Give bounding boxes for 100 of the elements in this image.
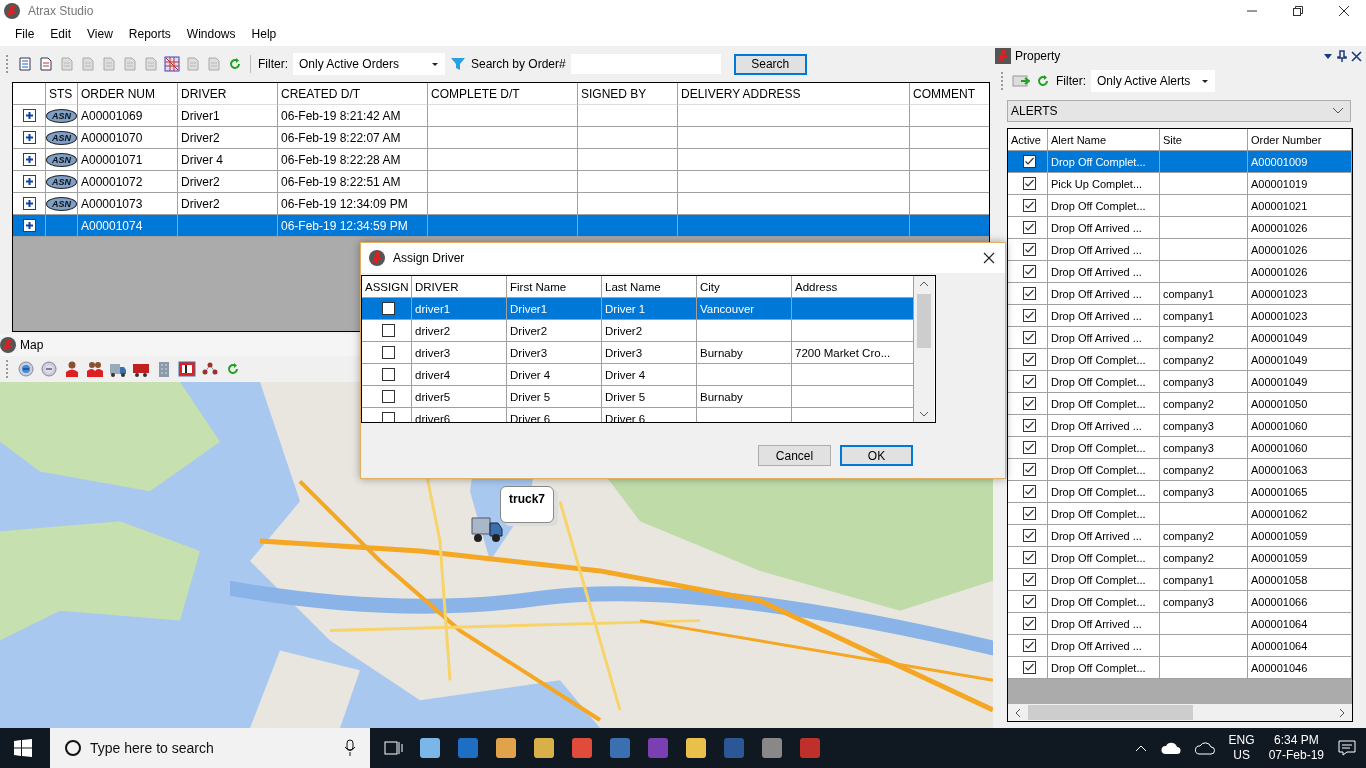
app-icon[interactable] xyxy=(494,736,518,760)
alert-row[interactable]: Drop Off Complet... company3 A00001049 xyxy=(1008,371,1352,393)
grid-icon[interactable] xyxy=(164,56,180,72)
alert-row[interactable]: Drop Off Arrived ... A00001026 xyxy=(1008,239,1352,261)
microphone-icon[interactable] xyxy=(344,739,356,757)
alert-row[interactable]: Drop Off Arrived ... company3 A00001060 xyxy=(1008,415,1352,437)
alert-row[interactable]: Drop Off Complet... company1 A00001058 xyxy=(1008,569,1352,591)
checkbox[interactable] xyxy=(1022,309,1036,322)
menu-item[interactable]: File xyxy=(7,27,43,41)
alert-row[interactable]: Drop Off Complet... company2 A00001059 xyxy=(1008,547,1352,569)
alert-row[interactable]: Pick Up Complet... A00001019 xyxy=(1008,173,1352,195)
checkbox[interactable] xyxy=(1022,375,1036,388)
menu-item[interactable]: View xyxy=(79,27,121,41)
alert-row[interactable]: Drop Off Complet... company2 A00001050 xyxy=(1008,393,1352,415)
alert-row[interactable]: Drop Off Complet... A00001046 xyxy=(1008,657,1352,679)
alert-row[interactable]: Drop Off Arrived ... A00001064 xyxy=(1008,613,1352,635)
order-row[interactable]: ASN A00001071 Driver 4 06-Feb-19 8:22:28 AM xyxy=(13,149,989,171)
zoom-in-icon[interactable] xyxy=(17,360,35,378)
checkbox[interactable] xyxy=(1022,397,1036,410)
order-row[interactable]: ASN A00001073 Driver2 06-Feb-19 12:34:09 PM xyxy=(13,193,989,215)
alert-row[interactable]: Drop Off Arrived ... company2 A00001059 xyxy=(1008,525,1352,547)
checkbox[interactable] xyxy=(1022,419,1036,432)
checkbox[interactable] xyxy=(1022,661,1036,674)
checkbox[interactable] xyxy=(1022,573,1036,586)
driver-row[interactable]: driver2 Driver2 Driver2 xyxy=(362,320,914,342)
task-view-icon[interactable] xyxy=(384,739,404,757)
clock-time[interactable]: 6:34 PM xyxy=(1273,733,1319,748)
app-icon[interactable] xyxy=(570,736,594,760)
menu-item[interactable]: Edit xyxy=(42,27,80,41)
checkbox[interactable] xyxy=(1022,199,1036,212)
alert-row[interactable]: Drop Off Complet... A00001021 xyxy=(1008,195,1352,217)
alert-row[interactable]: Drop Off Arrived ... company1 A00001023 xyxy=(1008,283,1352,305)
driver-row[interactable]: driver1 Driver1 Driver 1 Vancouver xyxy=(362,298,914,320)
person-icon[interactable] xyxy=(63,360,81,378)
checkbox[interactable] xyxy=(1022,529,1036,542)
alert-row[interactable]: Drop Off Arrived ... A00001026 xyxy=(1008,261,1352,283)
alert-row[interactable]: Drop Off Complet... company3 A00001065 xyxy=(1008,481,1352,503)
alert-row[interactable]: Drop Off Complet... company2 A00001049 xyxy=(1008,349,1352,371)
envelope-icon[interactable] xyxy=(1012,73,1030,89)
refresh-icon[interactable] xyxy=(1035,73,1051,89)
alert-row[interactable]: Drop Off Arrived ... company2 A00001049 xyxy=(1008,327,1352,349)
checkbox[interactable] xyxy=(381,412,395,422)
dropdown-arrow-icon[interactable] xyxy=(1323,51,1333,61)
scroll-left-icon[interactable] xyxy=(1014,707,1022,718)
column-header[interactable]: DRIVER xyxy=(178,83,278,105)
expand-icon[interactable] xyxy=(22,131,36,144)
alert-row[interactable]: Drop Off Complet... A00001062 xyxy=(1008,503,1352,525)
checkbox[interactable] xyxy=(381,390,395,403)
caret-icon[interactable] xyxy=(1201,77,1209,85)
expand-icon[interactable] xyxy=(22,175,36,188)
alert-row[interactable]: Drop Off Complet... A00001009 xyxy=(1008,151,1352,173)
column-header[interactable]: First Name xyxy=(507,276,602,298)
order-row[interactable]: ASN A00001070 Driver2 06-Feb-19 8:22:07 AM xyxy=(13,127,989,149)
frame-icon[interactable] xyxy=(178,360,196,378)
column-header[interactable]: DRIVER xyxy=(412,276,507,298)
checkbox[interactable] xyxy=(1022,617,1036,630)
language-label[interactable]: ENG xyxy=(1228,733,1255,748)
close-icon[interactable] xyxy=(983,252,995,264)
close-icon[interactable] xyxy=(1351,50,1362,62)
filter-dropdown[interactable]: Only Active Orders xyxy=(293,53,445,75)
driver-row[interactable]: driver4 Driver 4 Driver 4 xyxy=(362,364,914,386)
column-header[interactable]: COMPLETE D/T xyxy=(428,83,578,105)
expand-icon[interactable] xyxy=(22,153,36,166)
close-icon[interactable] xyxy=(1338,5,1350,17)
alert-row[interactable]: Drop Off Arrived ... company1 A00001023 xyxy=(1008,305,1352,327)
menu-item[interactable]: Reports xyxy=(120,27,179,41)
checkbox[interactable] xyxy=(1022,485,1036,498)
dialog-button[interactable]: Cancel xyxy=(758,445,831,466)
column-header[interactable]: City xyxy=(697,276,792,298)
alert-row[interactable]: Drop Off Arrived ... A00001064 xyxy=(1008,635,1352,657)
checkbox[interactable] xyxy=(1022,639,1036,652)
region-label[interactable]: US xyxy=(1233,748,1250,763)
driver-row[interactable]: driver5 Driver 5 Driver 5 Burnaby xyxy=(362,386,914,408)
column-header[interactable]: Order Number xyxy=(1248,129,1352,151)
menu-item[interactable]: Help xyxy=(243,27,285,41)
list-icon[interactable] xyxy=(17,56,33,72)
windows-logo-icon[interactable] xyxy=(14,739,32,757)
app-icon[interactable] xyxy=(684,736,708,760)
checkbox[interactable] xyxy=(1022,507,1036,520)
refresh-icon[interactable] xyxy=(227,56,243,72)
chevron-up-icon[interactable] xyxy=(1134,744,1147,752)
chevron-down-icon[interactable] xyxy=(1332,107,1344,115)
notification-icon[interactable] xyxy=(1338,740,1356,756)
column-header[interactable]: SIGNED BY xyxy=(578,83,678,105)
checkbox[interactable] xyxy=(1022,155,1036,168)
checkbox[interactable] xyxy=(1022,595,1036,608)
column-header[interactable]: STS xyxy=(46,83,78,105)
menu-item[interactable]: Windows xyxy=(178,27,244,41)
alert-row[interactable]: Drop Off Complet... company3 A00001060 xyxy=(1008,437,1352,459)
scroll-up-icon[interactable] xyxy=(919,280,929,288)
cloud-icon[interactable] xyxy=(1160,741,1181,755)
scroll-right-icon[interactable] xyxy=(1338,707,1346,718)
app-icon[interactable] xyxy=(760,736,784,760)
order-row[interactable]: A00001074 06-Feb-19 12:34:59 PM xyxy=(13,215,989,237)
people-icon[interactable] xyxy=(86,360,104,378)
search-field[interactable]: Type here to search xyxy=(50,728,370,768)
checkbox[interactable] xyxy=(1022,331,1036,344)
checkbox[interactable] xyxy=(1022,353,1036,366)
document-icon[interactable] xyxy=(38,56,54,72)
column-header[interactable]: CREATED D/T xyxy=(278,83,428,105)
